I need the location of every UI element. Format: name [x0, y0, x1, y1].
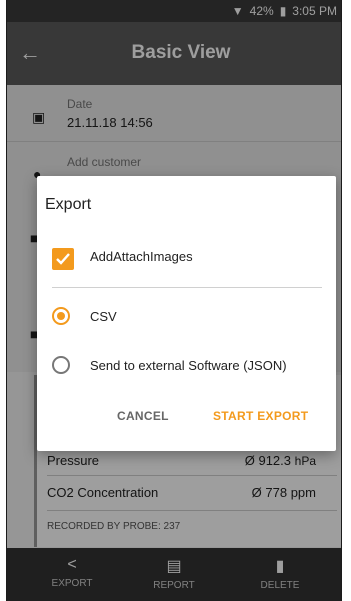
checkmark-icon [56, 253, 70, 265]
attach-images-checkbox[interactable] [52, 248, 74, 270]
frame-right-border [341, 0, 342, 601]
export-dialog: Export AddAttachImages CSV Send to exter… [37, 176, 336, 451]
start-export-button[interactable]: START EXPORT [213, 409, 308, 423]
json-radio[interactable] [52, 356, 70, 374]
json-label[interactable]: Send to external Software (JSON) [90, 358, 287, 373]
phone-screen: ▼ 42% ▮ 3:05 PM ← Basic View ▣ Date 21.1… [7, 0, 341, 601]
dialog-divider [52, 287, 322, 288]
cancel-button[interactable]: CANCEL [117, 409, 169, 423]
csv-radio[interactable] [52, 307, 70, 325]
csv-label[interactable]: CSV [90, 309, 117, 324]
dialog-title: Export [45, 196, 92, 213]
attach-images-label: AddAttachImages [90, 249, 193, 264]
